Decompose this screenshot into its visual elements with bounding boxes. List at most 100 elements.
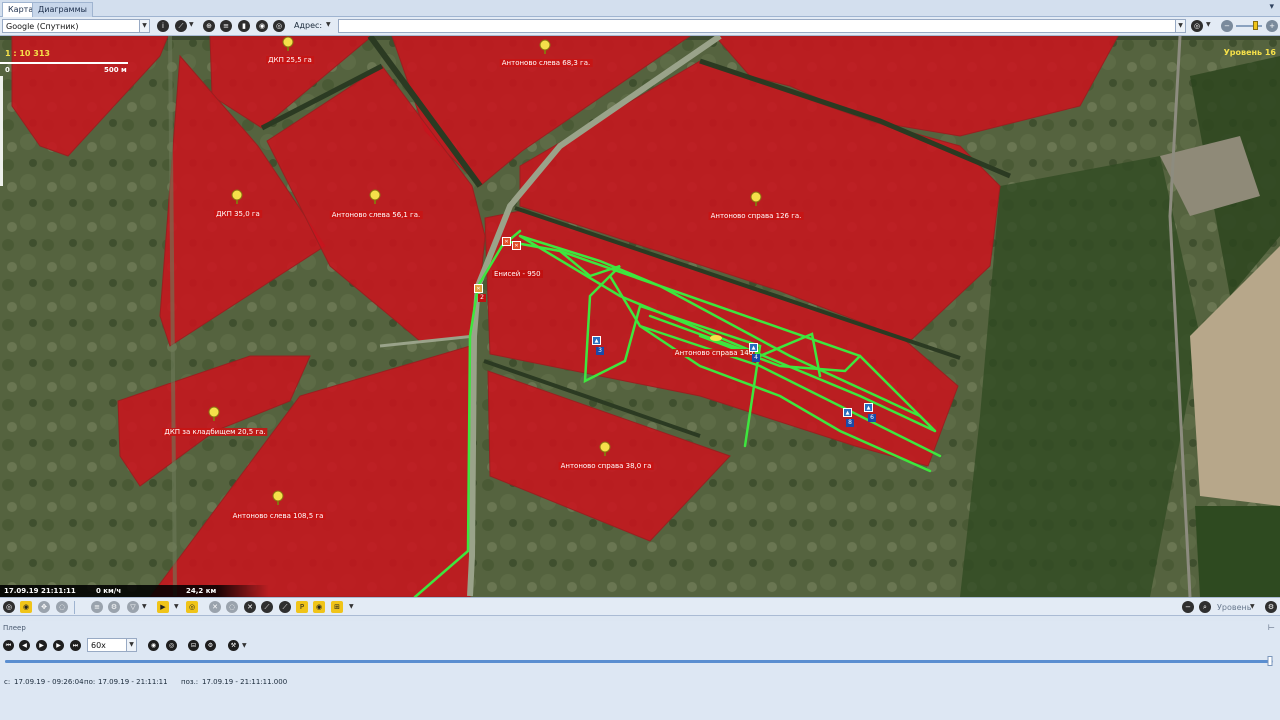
measure-icon[interactable]: ◌ (226, 601, 238, 613)
marker-number: 3 (596, 347, 604, 355)
address-input[interactable]: ▼ (338, 19, 1186, 33)
pushpin-icon[interactable] (368, 189, 382, 205)
waypoint-icon[interactable]: ✕ (474, 284, 483, 293)
chevron-down-icon[interactable]: ▼ (139, 20, 149, 32)
chevron-down-icon[interactable]: ▼ (349, 603, 354, 610)
waypoint-icon[interactable]: ▲ (592, 336, 601, 345)
layers-icon[interactable]: ≡ (220, 20, 232, 32)
field-label[interactable]: Антоново слева 56,1 га. (329, 211, 423, 219)
zone-icon[interactable]: ◉ (313, 601, 325, 613)
field-label[interactable]: Антоново справа 126 га. (708, 212, 804, 220)
to-value: 17.09.19 - 21:11:11 (98, 678, 168, 686)
settings-icon[interactable]: ⚙ (205, 640, 216, 651)
globe-icon[interactable]: ◎ (273, 20, 285, 32)
map-source-select[interactable]: Google (Спутник) ▼ (2, 19, 150, 33)
pan-icon[interactable]: ✥ (38, 601, 50, 613)
field-label[interactable]: Антоново слева 68,3 га. (499, 59, 593, 67)
pushpin-icon[interactable] (230, 189, 244, 205)
filter-icon[interactable]: ▽ (127, 601, 139, 613)
export-icon[interactable]: ⊟ (188, 640, 199, 651)
status-distance: 24,2 км (186, 587, 217, 595)
from-label: с: (4, 678, 11, 686)
car-icon[interactable]: ◉ (256, 20, 268, 32)
from-value: 17.09.19 - 09:26:04 (14, 678, 84, 686)
chevron-down-icon[interactable]: ▼ (142, 603, 147, 610)
settings-icon[interactable]: ⚙ (108, 601, 120, 613)
step-back-icon[interactable]: ◀ (19, 640, 30, 651)
pos-label: поз.: (181, 678, 199, 686)
step-forward-icon[interactable]: ▶ (53, 640, 64, 651)
chevron-down-icon[interactable]: ▼ (1175, 20, 1185, 32)
chevron-down-icon[interactable]: ▼ (126, 639, 136, 651)
marker-icon[interactable]: ▮ (238, 20, 250, 32)
tab-charts[interactable]: Диаграммы (32, 2, 93, 17)
waypoint-icon[interactable]: ▲ (749, 343, 758, 352)
grid-icon[interactable]: ⊞ (331, 601, 343, 613)
timeline-thumb[interactable] (1267, 656, 1273, 666)
ruler-icon[interactable]: ⟋ (261, 601, 273, 613)
clear-icon[interactable]: ✕ (209, 601, 221, 613)
pushpin-icon[interactable] (538, 39, 552, 55)
zoom-out-icon[interactable]: − (1221, 20, 1233, 32)
zoom-out-icon[interactable]: − (1182, 601, 1194, 613)
map-canvas[interactable]: 1 : 10 313 0 500 м Уровень 16 ДКП 25,5 г… (0, 36, 1280, 597)
zoom-area-icon[interactable]: ⊕ (203, 20, 215, 32)
zoom-in-icon[interactable]: + (1266, 20, 1278, 32)
chevron-down-icon[interactable]: ▼ (242, 642, 247, 649)
route-icon[interactable]: ⟋ (279, 601, 291, 613)
timeline-progress (5, 660, 1271, 663)
skip-end-icon[interactable]: ⏭ (70, 640, 81, 651)
ruler-icon[interactable]: ⟋ (175, 20, 187, 32)
player-panel: Плеер ⊢ ⏮ ◀ ▶ ▶ ⏭ 60x ▼ ◉ ◎ ⊟ ⚙ ⚒ ▼ с: 1… (0, 621, 1280, 720)
chevron-down-icon[interactable]: ▾ (1269, 2, 1274, 12)
delete-icon[interactable]: ✕ (244, 601, 256, 613)
address-label: Адрес: (294, 21, 323, 30)
field-label[interactable]: ДКП 35,0 га (214, 210, 262, 218)
pushpin-icon[interactable] (271, 490, 285, 506)
vehicle-icon[interactable]: ✕ (512, 241, 521, 250)
waypoint-icon[interactable]: ▲ (843, 408, 852, 417)
pos-value: 17.09.19 - 21:11:11.000 (202, 678, 288, 686)
track-icon[interactable]: ◎ (3, 601, 15, 613)
timeline-slider[interactable] (5, 656, 1273, 666)
field-label[interactable]: ДКП 25,5 га (266, 56, 314, 64)
p-icon[interactable]: P (296, 601, 308, 613)
layers-icon[interactable]: ≡ (91, 601, 103, 613)
pushpin-icon[interactable] (207, 406, 221, 422)
info-icon[interactable]: i (157, 20, 169, 32)
vehicle-label[interactable]: Енисей - 950 (492, 270, 543, 278)
chevron-down-icon[interactable]: ▼ (326, 21, 331, 28)
field-label[interactable]: ДКП за кладбищем 20,5 га. (162, 428, 268, 436)
zoom-slider-thumb[interactable] (1253, 21, 1258, 30)
record-icon[interactable]: ◉ (148, 640, 159, 651)
separator (74, 601, 75, 614)
map-source-value: Google (Спутник) (6, 22, 79, 31)
pushpin-icon[interactable] (749, 191, 763, 207)
pushpin-icon[interactable] (281, 36, 295, 52)
play-track-icon[interactable]: ▶ (157, 601, 169, 613)
play-icon[interactable]: ▶ (36, 640, 47, 651)
chevron-down-icon[interactable]: ▼ (189, 21, 194, 28)
select-icon[interactable]: ◌ (56, 601, 68, 613)
chevron-down-icon[interactable]: ▼ (1250, 603, 1255, 610)
globe-icon[interactable]: ◎ (186, 601, 198, 613)
waypoint-icon[interactable]: ▲ (864, 403, 873, 412)
globe-icon[interactable]: ◎ (1191, 20, 1203, 32)
pin-icon[interactable]: ⊢ (1268, 623, 1275, 632)
settings-icon[interactable]: ⚙ (1265, 601, 1277, 613)
level-dropdown[interactable]: Уровень (1217, 603, 1251, 612)
loop-icon[interactable]: ◎ (166, 640, 177, 651)
chevron-down-icon[interactable]: ▼ (174, 603, 179, 610)
field-label[interactable]: Антоново справа 38,0 га (558, 462, 654, 470)
speed-select[interactable]: 60x ▼ (87, 638, 137, 652)
search-icon[interactable]: ⌕ (1199, 601, 1211, 613)
tools-icon[interactable]: ⚒ (228, 640, 239, 651)
field-label[interactable]: Антоново слева 108,5 га (230, 512, 326, 520)
field-label[interactable]: Антоново справа 140 (672, 349, 756, 357)
zoom-slider[interactable] (1236, 21, 1262, 30)
vehicle-icon[interactable]: ✕ (502, 237, 511, 246)
camera-icon[interactable]: ◉ (20, 601, 32, 613)
chevron-down-icon[interactable]: ▼ (1206, 21, 1211, 28)
skip-start-icon[interactable]: ⏮ (3, 640, 14, 651)
pushpin-icon[interactable] (598, 441, 612, 457)
